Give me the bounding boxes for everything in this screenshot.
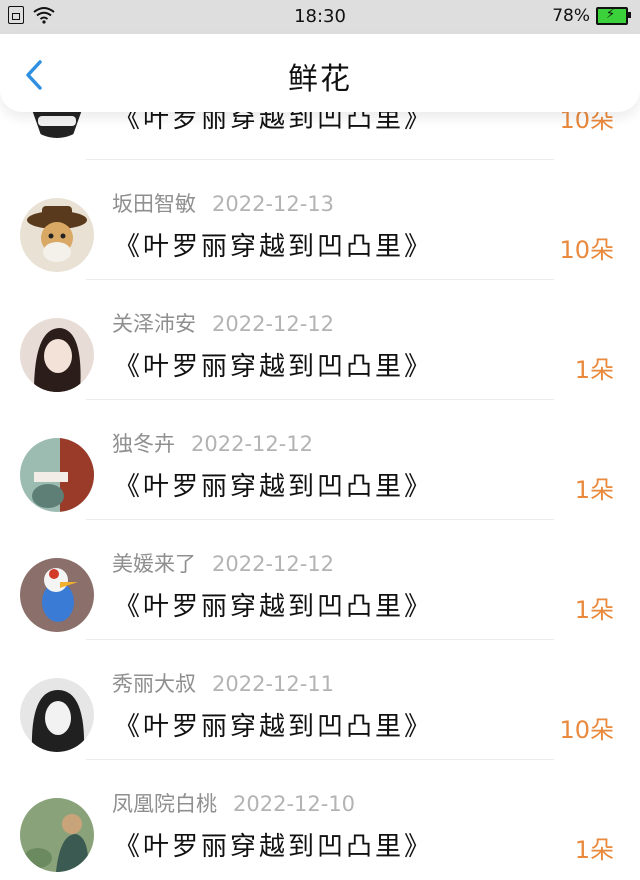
- list-item[interactable]: 美媛来了 2022-12-12 《叶罗丽穿越到凹凸里》 1朵: [0, 520, 640, 640]
- avatar-image: [20, 558, 94, 632]
- flower-gift-list: 《叶罗丽穿越到凹凸里》 10朵 坂田智敏 2022-12-13 《叶罗丽穿越到凹凸…: [0, 64, 640, 880]
- avatar: [20, 558, 94, 632]
- battery-icon: ⚡: [596, 7, 631, 25]
- book-title: 《叶罗丽穿越到凹凸里》: [114, 232, 434, 262]
- list-item[interactable]: 凤凰院白桃 2022-12-10 《叶罗丽穿越到凹凸里》 1朵: [0, 760, 640, 880]
- sender-name: 凤凰院白桃: [112, 792, 217, 816]
- list-item[interactable]: 坂田智敏 2022-12-13 《叶罗丽穿越到凹凸里》 10朵: [0, 160, 640, 280]
- page-title: 鲜花: [288, 62, 352, 97]
- avatar: [20, 318, 94, 392]
- flower-count: 1朵: [574, 836, 614, 864]
- book-title: 《叶罗丽穿越到凹凸里》: [114, 712, 434, 742]
- sender-name: 关泽沛安: [112, 312, 196, 336]
- sender-info: 坂田智敏 2022-12-13: [112, 188, 334, 218]
- gift-date: 2022-12-12: [212, 312, 335, 336]
- sender-info: 关泽沛安 2022-12-12: [112, 308, 334, 338]
- avatar-image: [20, 678, 94, 752]
- sender-name: 秀丽大叔: [112, 672, 196, 696]
- gift-date: 2022-12-13: [212, 192, 335, 216]
- gift-date: 2022-12-11: [212, 672, 335, 696]
- book-title: 《叶罗丽穿越到凹凸里》: [114, 352, 434, 382]
- book-title: 《叶罗丽穿越到凹凸里》: [114, 832, 434, 862]
- list-item[interactable]: 秀丽大叔 2022-12-11 《叶罗丽穿越到凹凸里》 10朵: [0, 640, 640, 760]
- gift-date: 2022-12-12: [212, 552, 335, 576]
- flower-count: 10朵: [559, 236, 614, 264]
- flower-count: 1朵: [574, 476, 614, 504]
- sender-info: 美媛来了 2022-12-12: [112, 548, 334, 578]
- gift-date: 2022-12-12: [191, 432, 314, 456]
- sender-name: 坂田智敏: [112, 192, 196, 216]
- avatar-image: [20, 318, 94, 392]
- book-title: 《叶罗丽穿越到凹凸里》: [114, 592, 434, 622]
- avatar-image: [20, 198, 94, 272]
- status-bar: 18:30 78% ⚡: [0, 0, 640, 34]
- battery-percentage: 78%: [552, 6, 590, 26]
- sender-name: 独冬卉: [112, 432, 175, 456]
- status-time: 18:30: [294, 6, 346, 27]
- book-title: 《叶罗丽穿越到凹凸里》: [114, 472, 434, 502]
- flower-count: 1朵: [574, 596, 614, 624]
- avatar: [20, 678, 94, 752]
- avatar-image: [20, 798, 94, 872]
- sender-name: 美媛来了: [112, 552, 196, 576]
- avatar-image: [20, 438, 94, 512]
- nav-header: 鲜花: [0, 34, 640, 112]
- list-item[interactable]: 关泽沛安 2022-12-12 《叶罗丽穿越到凹凸里》 1朵: [0, 280, 640, 400]
- avatar: [20, 198, 94, 272]
- sender-info: 凤凰院白桃 2022-12-10: [112, 788, 355, 818]
- list-item[interactable]: 独冬卉 2022-12-12 《叶罗丽穿越到凹凸里》 1朵: [0, 400, 640, 520]
- flower-count: 10朵: [559, 716, 614, 744]
- sender-info: 秀丽大叔 2022-12-11: [112, 668, 334, 698]
- avatar: [20, 798, 94, 872]
- flower-count: 1朵: [574, 356, 614, 384]
- sender-info: 独冬卉 2022-12-12: [112, 428, 313, 458]
- status-icons-right: 78% ⚡: [552, 6, 631, 26]
- avatar: [20, 438, 94, 512]
- gift-date: 2022-12-10: [233, 792, 356, 816]
